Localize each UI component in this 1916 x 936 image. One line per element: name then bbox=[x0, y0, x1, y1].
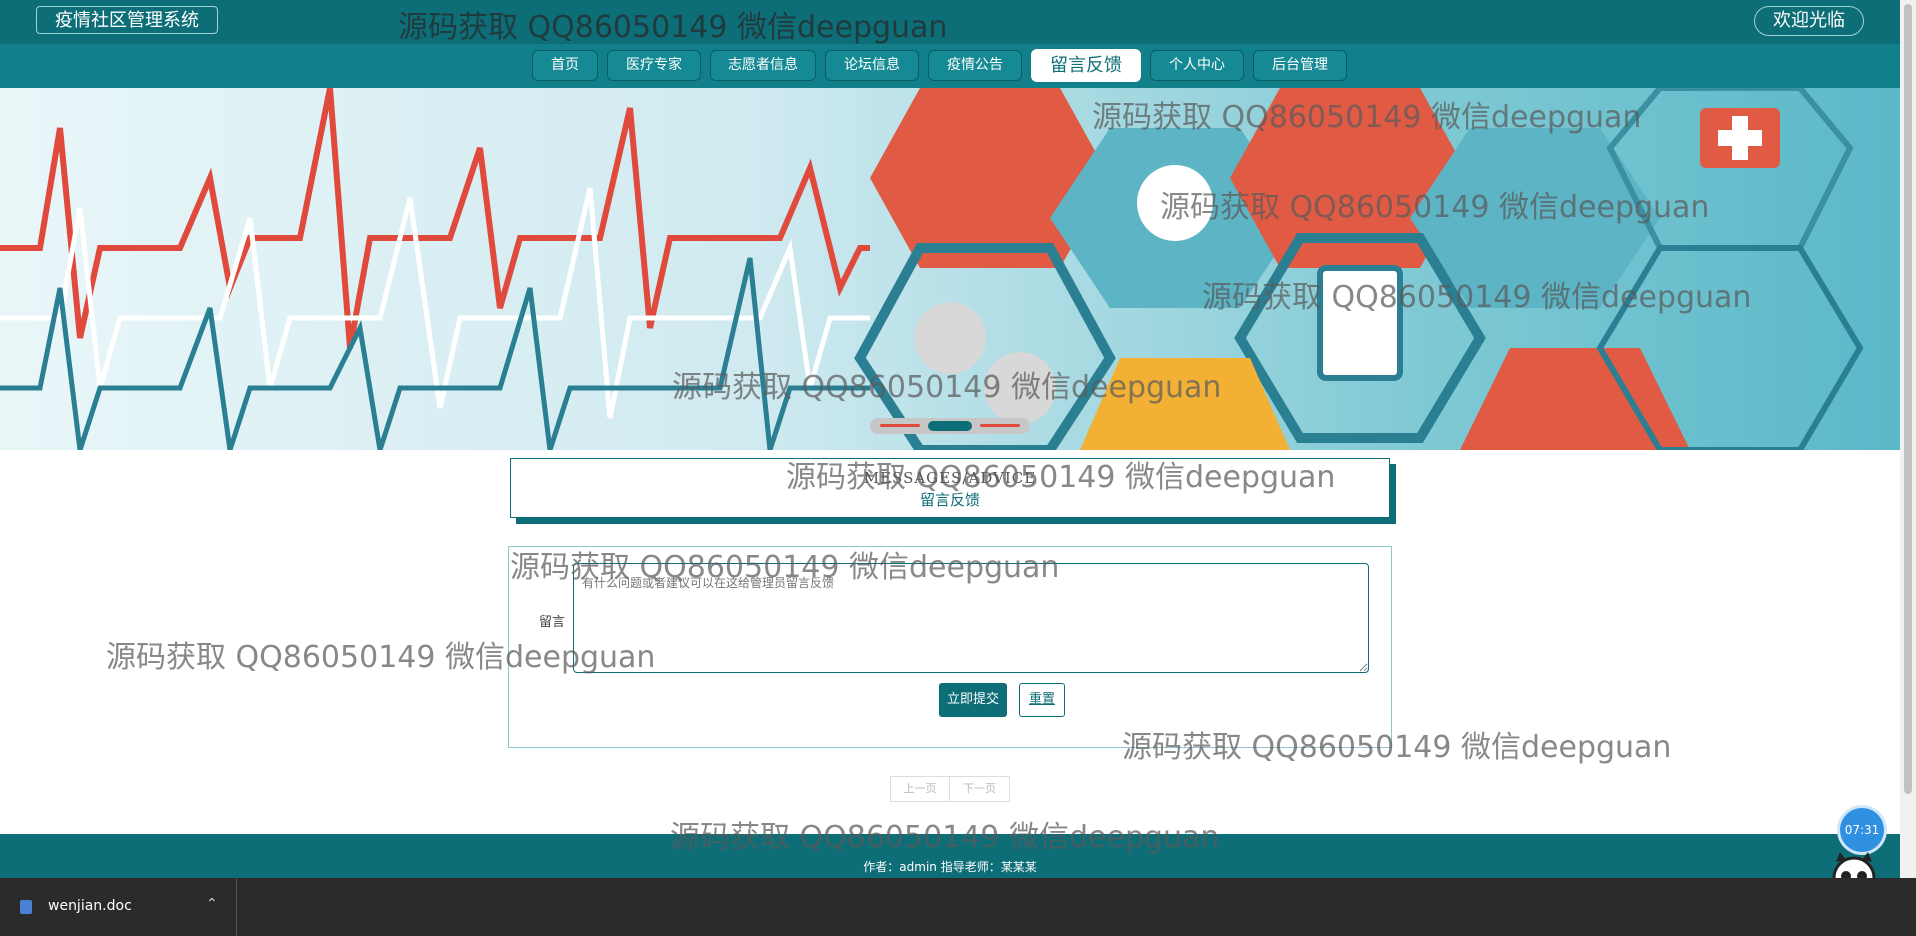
nav-item[interactable]: 志愿者信息 bbox=[710, 50, 816, 81]
carousel-indicator[interactable] bbox=[870, 418, 1030, 434]
site-title[interactable]: 疫情社区管理系统 bbox=[36, 6, 218, 34]
carousel-dot[interactable] bbox=[980, 424, 1020, 427]
nav-item[interactable]: 论坛信息 bbox=[825, 50, 919, 81]
submit-button[interactable]: 立即提交 bbox=[939, 683, 1007, 717]
document-icon bbox=[20, 900, 32, 914]
nav-item[interactable]: 后台管理 bbox=[1253, 50, 1347, 81]
section-title-card: MESSAGES/ADVICE 留言反馈 bbox=[510, 458, 1390, 518]
top-header: 疫情社区管理系统 欢迎光临 bbox=[0, 0, 1916, 44]
nav-item[interactable]: 留言反馈 bbox=[1031, 49, 1141, 82]
page-scrollbar[interactable] bbox=[1900, 0, 1916, 878]
chevron-up-icon[interactable]: ⌃ bbox=[206, 896, 218, 912]
clock-widget[interactable]: 07:31 bbox=[1840, 808, 1884, 852]
nav-item[interactable]: 首页 bbox=[532, 50, 598, 81]
medical-banner-image bbox=[0, 88, 1864, 450]
reset-button[interactable]: 重置 bbox=[1019, 683, 1065, 717]
message-input[interactable] bbox=[573, 563, 1369, 673]
nav-list: 首页 医疗专家 志愿者信息 论坛信息 疫情公告 留言反馈 个人中心 后台管理 bbox=[532, 49, 1347, 82]
nav-item[interactable]: 个人中心 bbox=[1150, 50, 1244, 81]
download-file-name: wenjian.doc bbox=[48, 898, 132, 914]
carousel-dot[interactable] bbox=[880, 424, 920, 427]
section-title-en: MESSAGES/ADVICE bbox=[863, 469, 1037, 487]
welcome-badge: 欢迎光临 bbox=[1754, 6, 1864, 36]
footer-credits: 作者：admin 指导老师：某某某 bbox=[863, 860, 1037, 874]
pagination: 上一页 下一页 bbox=[890, 776, 1010, 802]
scrollbar-thumb[interactable] bbox=[1904, 4, 1912, 794]
section-title-cn: 留言反馈 bbox=[919, 491, 980, 509]
prev-page-button[interactable]: 上一页 bbox=[890, 776, 950, 802]
message-form: 留言 立即提交 重置 bbox=[508, 546, 1392, 748]
download-item[interactable]: wenjian.doc ⌃ bbox=[0, 878, 237, 936]
nav-item[interactable]: 医疗专家 bbox=[607, 50, 701, 81]
message-label: 留言 bbox=[539, 615, 566, 630]
main-nav: 首页 医疗专家 志愿者信息 论坛信息 疫情公告 留言反馈 个人中心 后台管理 bbox=[0, 44, 1916, 88]
download-bar: wenjian.doc ⌃ bbox=[0, 878, 1916, 936]
carousel-dot[interactable] bbox=[928, 421, 972, 431]
nav-item[interactable]: 疫情公告 bbox=[928, 50, 1022, 81]
next-page-button[interactable]: 下一页 bbox=[950, 776, 1010, 802]
footer: 作者：admin 指导老师：某某某 bbox=[0, 834, 1900, 878]
banner-carousel bbox=[0, 88, 1900, 450]
